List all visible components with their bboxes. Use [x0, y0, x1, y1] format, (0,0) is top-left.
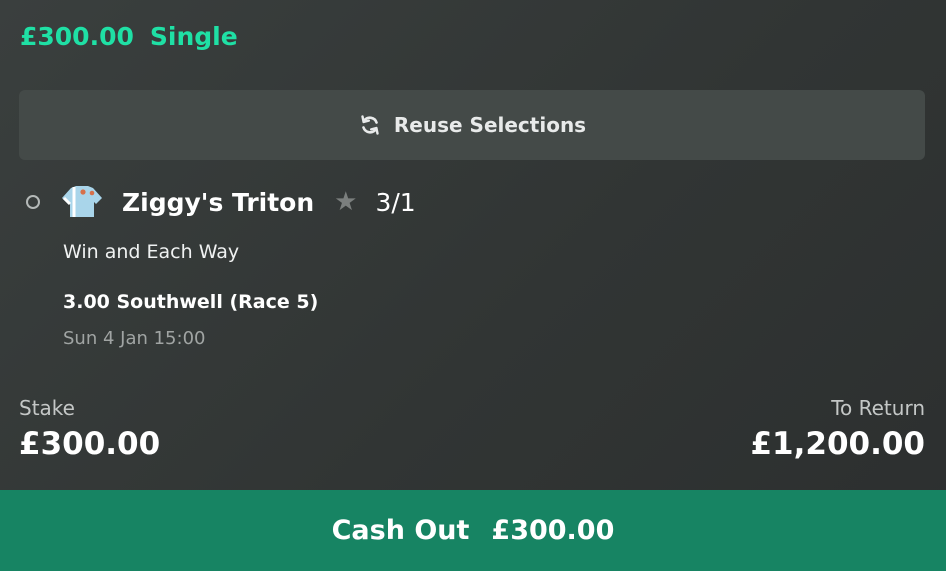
runner-name[interactable]: Ziggy's Triton: [122, 188, 314, 217]
bet-amount: £300.00: [20, 22, 134, 51]
odds: 3/1: [375, 187, 416, 217]
bet-header: £300.00 Single: [20, 22, 238, 51]
cash-out-button[interactable]: Cash Out £300.00: [0, 490, 946, 571]
cash-out-label: Cash Out: [331, 515, 470, 546]
cash-out-value: £300.00: [491, 515, 615, 546]
bet-type: Single: [149, 22, 238, 51]
return-value: £1,200.00: [750, 426, 925, 462]
radio-circle-icon: [26, 195, 40, 209]
event-datetime: Sun 4 Jan 15:00: [63, 328, 206, 349]
reuse-selections-label: Reuse Selections: [393, 113, 587, 137]
reuse-selections-button[interactable]: Reuse Selections: [19, 90, 925, 160]
star-icon[interactable]: ★: [334, 189, 357, 215]
market-type: Win and Each Way: [63, 241, 240, 263]
return-label: To Return: [831, 396, 925, 420]
stake-label: Stake: [19, 396, 75, 420]
stake-value: £300.00: [19, 426, 161, 462]
refresh-icon: [361, 115, 379, 135]
selection-row: Ziggy's Triton ★ 3/1: [26, 186, 416, 218]
event-name[interactable]: 3.00 Southwell (Race 5): [63, 291, 318, 313]
jockey-silks-icon: [62, 186, 102, 217]
